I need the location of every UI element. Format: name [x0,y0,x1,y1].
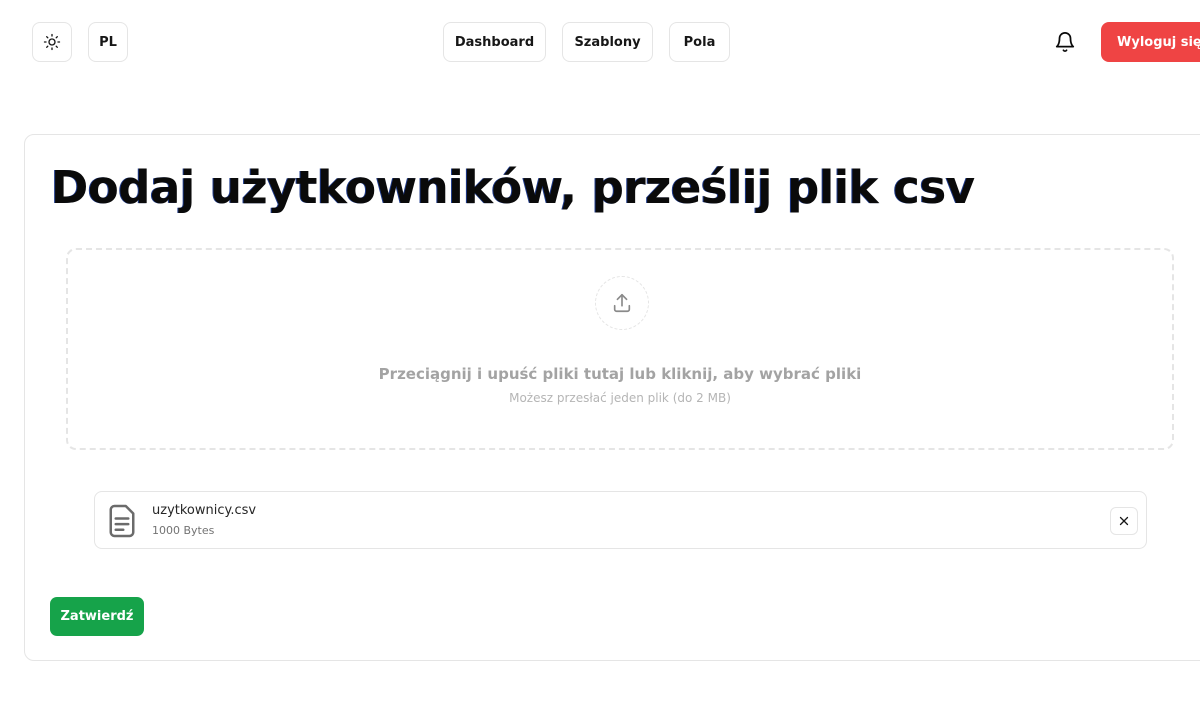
nav-pola[interactable]: Pola [669,22,730,62]
nav-dashboard[interactable]: Dashboard [443,22,546,62]
page-title: Dodaj użytkowników, prześlij plik csv [51,161,975,214]
upload-card: Dodaj użytkowników, prześlij plik csv Pr… [24,134,1200,661]
nav-szablony[interactable]: Szablony [562,22,653,62]
file-name: uzytkownicy.csv [152,503,257,518]
remove-file-button[interactable] [1110,507,1138,535]
file-dropzone[interactable]: Przeciągnij i upuść pliki tutaj lub klik… [66,248,1174,450]
file-size: 1000 Bytes [152,524,215,537]
logout-button[interactable]: Wyloguj się [1101,22,1200,62]
bell-icon [1055,32,1075,53]
dropzone-instruction: Przeciągnij i upuść pliki tutaj lub klik… [378,365,862,383]
sun-icon [43,33,61,51]
notifications-button[interactable] [1053,30,1077,54]
theme-toggle-button[interactable] [32,22,72,62]
language-button[interactable]: PL [88,22,128,62]
uploaded-file-item: uzytkownicy.csv 1000 Bytes [94,491,1147,549]
dropzone-limit-text: Możesz przesłać jeden plik (do 2 MB) [509,391,731,405]
file-text-icon [109,504,135,538]
submit-button[interactable]: Zatwierdź [50,597,144,636]
upload-icon [613,293,631,313]
upload-icon-container [595,276,649,330]
close-icon [1119,516,1129,526]
